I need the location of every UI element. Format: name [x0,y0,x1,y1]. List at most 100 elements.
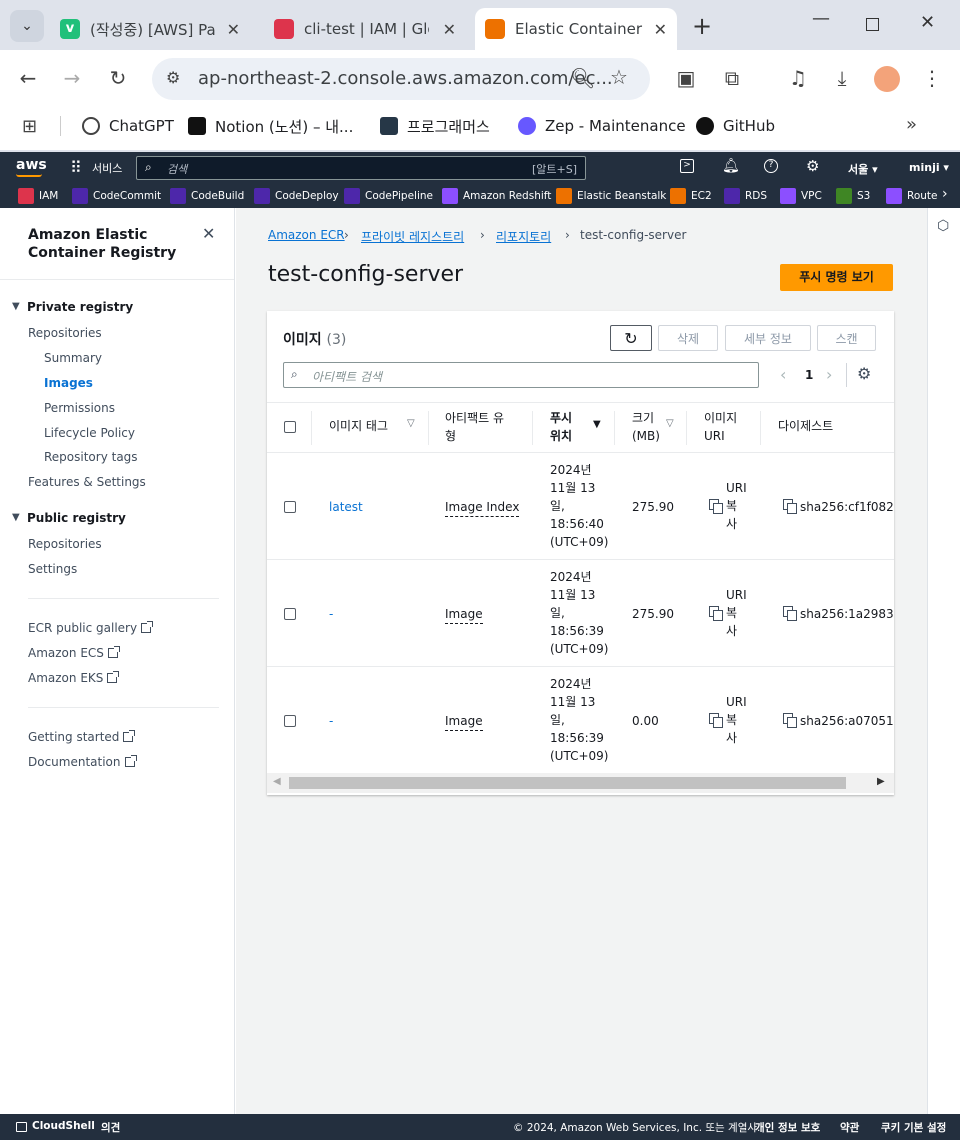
scroll-right-icon[interactable]: › [942,186,948,202]
sidebar-item-repositories[interactable]: Repositories [28,326,102,340]
copy-digest-icon[interactable] [783,606,797,621]
sidebar-link-documentation[interactable]: Documentation [28,755,137,769]
address-bar[interactable]: ⚙ ap-northeast-2.console.aws.amazon.com/… [152,58,650,100]
fav-service-route53[interactable]: Route [886,187,937,205]
sidebar-item-public-repositories[interactable]: Repositories [28,537,102,551]
sidebar-item-images[interactable]: Images [44,376,93,390]
bookmark-star-icon[interactable]: ☆ [610,65,628,89]
fav-service-rds[interactable]: RDS [724,187,767,205]
sidebar-link-ecr-gallery[interactable]: ECR public gallery [28,621,154,635]
sidebar-link-ecs[interactable]: Amazon ECS [28,646,120,660]
copy-digest-icon[interactable] [783,499,797,514]
puzzle-icon[interactable]: ⧉ [718,66,746,90]
info-panel-icon[interactable]: ⬡ [937,218,949,234]
sidebar-item-lifecycle-policy[interactable]: Lifecycle Policy [44,426,135,440]
privacy-link[interactable]: 개인 정보 보호 [755,1120,820,1135]
sort-desc-icon[interactable]: ▼ [593,419,601,430]
sidebar-link-eks[interactable]: Amazon EKS [28,671,120,685]
maximize-icon[interactable] [866,18,879,31]
bookmark-zep[interactable]: Zep - Maintenance [518,114,686,138]
image-tag-link[interactable]: latest [329,498,363,516]
zoom-icon[interactable]: 🔍︎ [570,66,595,90]
minimize-icon[interactable]: — [812,8,830,29]
browser-tab[interactable]: cli-test | IAM | Glo ✕ [274,8,466,50]
breadcrumb-repositories[interactable]: 리포지토리 [496,228,551,245]
fav-service-codedeploy[interactable]: CodeDeploy [254,187,339,205]
image-tag-link[interactable]: - [329,712,333,730]
close-tab-icon[interactable]: ✕ [227,20,240,39]
artifact-type[interactable]: Image [445,712,483,731]
cookie-preferences-link[interactable]: 쿠키 기본 설정 [881,1120,946,1135]
fav-service-iam[interactable]: IAM [18,187,58,205]
scroll-left-icon[interactable]: ◀ [273,776,281,787]
console-search[interactable]: ⌕ 검색 [알트+S] [136,156,586,180]
copy-uri-icon[interactable] [709,606,723,621]
sidebar-item-summary[interactable]: Summary [44,351,102,365]
feedback-link[interactable]: 의견 [101,1120,120,1135]
details-button[interactable]: 세부 정보 [725,325,811,351]
view-push-commands-button[interactable]: 푸시 명령 보기 [780,264,893,291]
extension-icon[interactable]: ▣ [672,66,700,90]
fav-service-redshift[interactable]: Amazon Redshift [442,187,551,205]
browser-tab-active[interactable]: Elastic Container F ✕ [475,8,677,50]
copy-uri-button[interactable]: URI 복 사 [726,693,747,747]
image-tag-link[interactable]: - [329,605,333,623]
fav-service-codepipeline[interactable]: CodePipeline [344,187,433,205]
artifact-type[interactable]: Image Index [445,498,520,517]
download-icon[interactable]: ⤓ [828,66,856,90]
copy-uri-button[interactable]: URI 복 사 [726,586,747,640]
help-icon[interactable]: ? [764,159,778,173]
close-sidebar-icon[interactable]: ✕ [202,224,215,243]
cloudshell-link[interactable]: CloudShell [32,1120,95,1132]
artifact-type[interactable]: Image [445,605,483,624]
services-grid-icon[interactable]: ⠿ [70,158,82,177]
delete-button[interactable]: 삭제 [658,325,718,351]
sidebar-item-repository-tags[interactable]: Repository tags [44,450,138,464]
profile-avatar[interactable] [874,66,900,92]
close-tab-icon[interactable]: ✕ [443,20,456,39]
next-page-icon[interactable]: › [826,365,832,384]
media-icon[interactable]: ♫ [784,66,812,90]
col-pushed-at[interactable]: 푸시 위치 [550,409,572,445]
reload-icon[interactable]: ↻ [104,66,132,90]
scroll-right-icon[interactable]: ▶ [877,776,885,787]
fav-service-beanstalk[interactable]: Elastic Beanstalk [556,187,666,205]
sidebar-item-permissions[interactable]: Permissions [44,401,115,415]
fav-service-codebuild[interactable]: CodeBuild [170,187,244,205]
copy-uri-icon[interactable] [709,713,723,728]
region-selector[interactable]: 서울 ▾ [848,161,878,177]
row-checkbox[interactable] [284,715,296,727]
close-window-icon[interactable]: ✕ [920,12,935,33]
more-bookmarks-icon[interactable]: » [906,114,917,135]
settings-gear-icon[interactable]: ⚙ [806,157,819,175]
forward-icon[interactable]: → [58,66,86,90]
breadcrumb-ecr[interactable]: Amazon ECR [268,228,345,242]
fav-service-vpc[interactable]: VPC [780,187,822,205]
new-tab-button[interactable]: + [692,12,712,40]
fav-service-s3[interactable]: S3 [836,187,870,205]
caret-down-icon[interactable]: ▼ [12,512,20,523]
artifact-search-input[interactable]: ⌕ 아티팩트 검색 [283,362,759,388]
scan-button[interactable]: 스캔 [817,325,876,351]
breadcrumb-private-registry[interactable]: 프라이빗 레지스트리 [361,228,464,245]
sidebar-item-features-settings[interactable]: Features & Settings [28,475,146,489]
refresh-button[interactable]: ↻ [610,325,652,351]
site-info-icon[interactable]: ⚙ [166,68,180,87]
scrollbar-thumb[interactable] [289,777,846,789]
select-all-checkbox[interactable] [284,421,296,433]
copy-uri-button[interactable]: URI 복 사 [726,479,747,533]
copy-uri-icon[interactable] [709,499,723,514]
back-icon[interactable]: ← [14,66,42,90]
fav-service-ec2[interactable]: EC2 [670,187,712,205]
browser-tab[interactable]: v (작성중) [AWS] Pa ✕ [60,8,250,50]
col-image-tag[interactable]: 이미지 태그 [329,417,388,435]
bookmark-notion[interactable]: Notion (노션) – 내... [188,114,353,138]
table-settings-icon[interactable]: ⚙ [857,364,871,383]
sidebar-link-getting-started[interactable]: Getting started [28,730,136,744]
prev-page-icon[interactable]: ‹ [780,365,786,384]
menu-kebab-icon[interactable]: ⋮ [918,66,946,90]
col-artifact-type[interactable]: 아티팩트 유형 [445,409,504,445]
services-menu[interactable]: 서비스 [92,160,122,176]
fav-service-codecommit[interactable]: CodeCommit [72,187,161,205]
col-size[interactable]: 크기 (MB) [632,409,660,445]
